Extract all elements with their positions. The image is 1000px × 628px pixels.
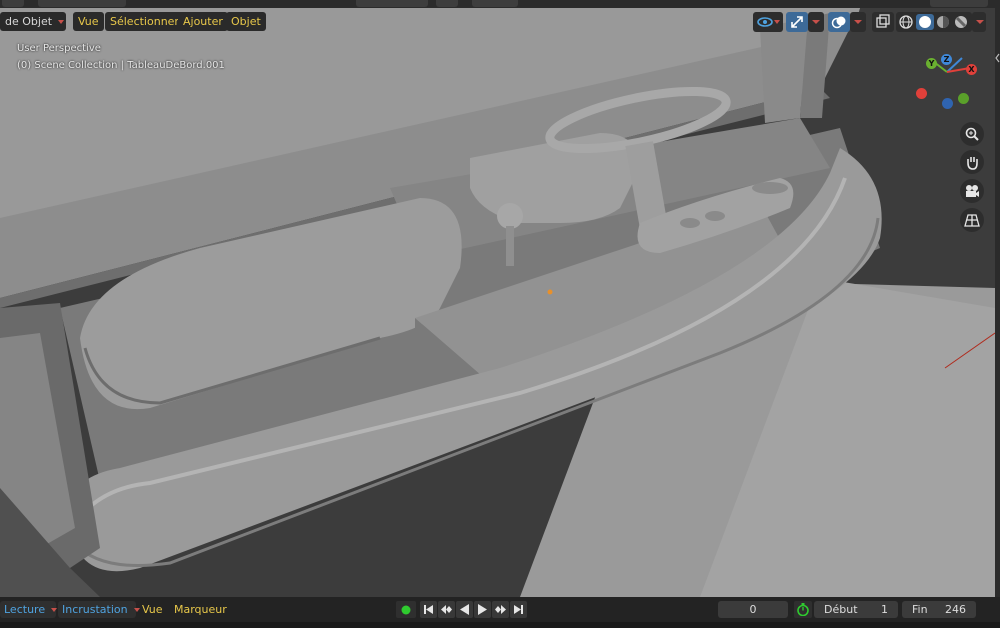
gizmo-toggle-button[interactable] xyxy=(786,12,808,32)
menu-objet[interactable]: Objet xyxy=(226,12,266,31)
shading-buttons[interactable] xyxy=(896,12,972,32)
zoom-icon xyxy=(965,127,979,141)
jump-start-icon xyxy=(424,605,433,614)
axis-neg-z-handle[interactable] xyxy=(942,98,953,109)
prev-keyframe-button[interactable] xyxy=(438,601,455,618)
camera-icon xyxy=(966,185,979,197)
zoom-button[interactable] xyxy=(960,122,984,146)
menu-vue[interactable]: Vue xyxy=(73,12,104,31)
axis-x-handle[interactable]: X xyxy=(966,64,977,75)
gizmo-icon xyxy=(791,16,803,28)
menu-selectionner[interactable]: Sélectionner xyxy=(105,12,184,31)
xray-icon xyxy=(876,14,890,28)
auto-key-button[interactable] xyxy=(396,601,416,618)
end-label: Fin xyxy=(912,603,928,616)
jump-end-icon xyxy=(514,605,523,614)
playback-label: Lecture xyxy=(4,603,46,616)
timeline-header: Lecture Incrustation Vue Marqueur 0 Débu… xyxy=(0,597,1000,622)
preview-range-button[interactable] xyxy=(794,601,812,618)
scene-render xyxy=(0,8,995,597)
editor-type-button[interactable] xyxy=(2,0,24,7)
start-label: Début xyxy=(824,603,858,616)
prev-keyframe-icon xyxy=(441,605,452,614)
options-button[interactable] xyxy=(930,0,988,7)
overlay-dropdown[interactable] xyxy=(850,12,866,32)
top-strip xyxy=(0,0,1000,8)
ortho-toggle-button[interactable] xyxy=(960,208,984,232)
current-frame-field[interactable]: 0 xyxy=(718,601,788,618)
record-icon xyxy=(401,605,411,615)
grid-perspective-icon xyxy=(964,214,980,227)
pan-button[interactable] xyxy=(960,150,984,174)
eye-icon xyxy=(757,17,780,27)
overlay-icon xyxy=(831,16,846,29)
mode-label: de Objet xyxy=(5,15,53,28)
jump-end-button[interactable] xyxy=(510,601,527,618)
timeline-area[interactable] xyxy=(0,622,1000,628)
chevron-down-icon xyxy=(854,20,862,24)
playback-menu[interactable]: Lecture xyxy=(0,601,58,618)
visibility-button[interactable] xyxy=(753,12,783,32)
gizmo-dropdown[interactable] xyxy=(808,12,824,32)
pivot-button[interactable] xyxy=(436,0,458,7)
transform-orientation-button[interactable] xyxy=(356,0,428,7)
play-icon xyxy=(478,604,487,615)
overlay-toggle-button[interactable] xyxy=(828,12,850,32)
play-reverse-icon xyxy=(460,604,469,615)
next-keyframe-button[interactable] xyxy=(492,601,509,618)
3d-viewport[interactable]: User Perspective (0) Scene Collection | … xyxy=(0,8,995,597)
stopwatch-icon xyxy=(797,603,809,616)
axis-neg-x-handle[interactable] xyxy=(916,88,927,99)
end-value: 246 xyxy=(945,603,966,616)
xray-toggle-button[interactable] xyxy=(872,12,894,32)
menu-ajouter[interactable]: Ajouter xyxy=(178,12,228,31)
next-keyframe-icon xyxy=(495,605,506,614)
chevron-left-icon xyxy=(995,53,1000,63)
viewport-collection-label: (0) Scene Collection | TableauDeBord.001 xyxy=(17,60,225,71)
shading-mode-icons xyxy=(899,14,967,30)
keying-menu[interactable]: Incrustation xyxy=(58,601,140,618)
start-frame-field[interactable]: Début 1 xyxy=(814,601,898,618)
start-value: 1 xyxy=(881,603,888,616)
end-frame-field[interactable]: Fin 246 xyxy=(902,601,976,618)
axis-y-handle[interactable]: Y xyxy=(926,58,937,69)
viewport-perspective-label: User Perspective xyxy=(17,43,101,54)
chevron-down-icon xyxy=(51,608,58,612)
chevron-down-icon xyxy=(976,20,984,24)
snap-button[interactable] xyxy=(472,0,518,7)
hand-pan-icon xyxy=(967,157,978,170)
marker-menu[interactable]: Marqueur xyxy=(174,601,227,618)
axis-neg-y-handle[interactable] xyxy=(958,93,969,104)
sidebar-toggle[interactable] xyxy=(995,8,1000,597)
chevron-down-icon xyxy=(58,20,65,24)
play-reverse-button[interactable] xyxy=(456,601,473,618)
selection-mode-buttons[interactable] xyxy=(38,0,126,7)
timeline-view-menu[interactable]: Vue xyxy=(142,601,163,618)
keying-label: Incrustation xyxy=(62,603,128,616)
chevron-down-icon xyxy=(812,20,820,24)
camera-view-button[interactable] xyxy=(960,179,984,203)
chevron-down-icon xyxy=(133,608,140,612)
shading-dropdown[interactable] xyxy=(972,12,986,32)
mode-select[interactable]: de Objet xyxy=(0,12,66,31)
axis-z-handle[interactable]: Z xyxy=(941,54,952,65)
play-button[interactable] xyxy=(474,601,491,618)
jump-start-button[interactable] xyxy=(420,601,437,618)
